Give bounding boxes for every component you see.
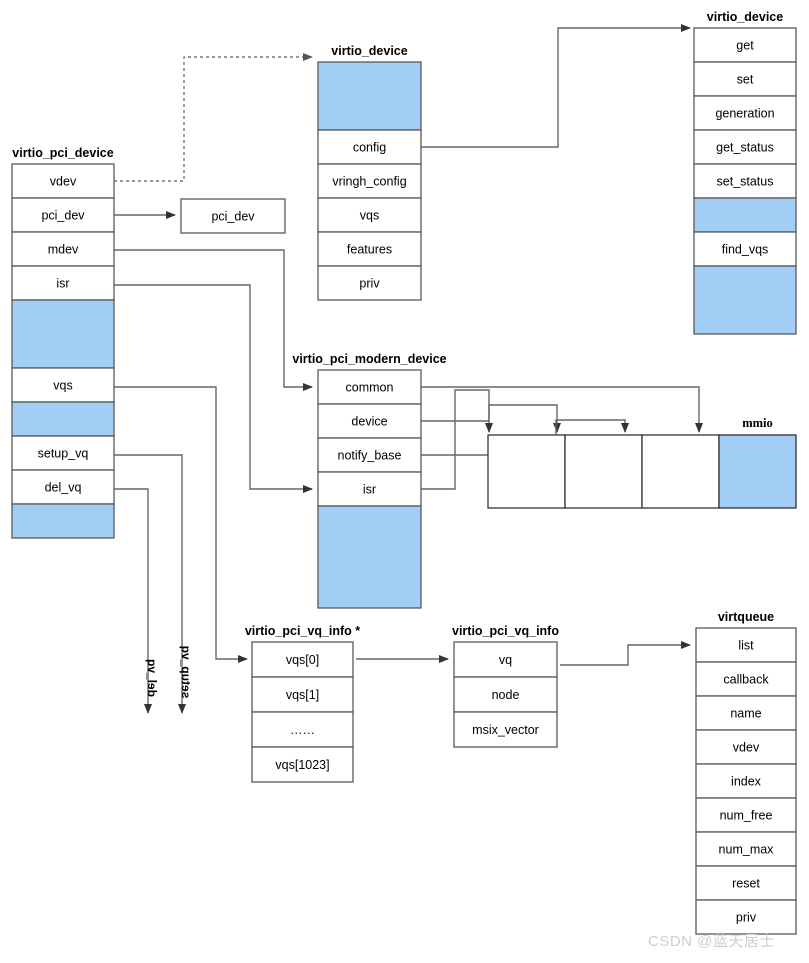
edge-isrmodern-to-mmio1 — [421, 389, 493, 490]
edge-vq-to-virtqueue — [560, 641, 691, 666]
row-label: name — [730, 707, 761, 721]
row-blank-7 — [693, 265, 797, 335]
row-label: vdev — [50, 175, 77, 189]
box-title: virtio_device — [707, 10, 783, 24]
row-label: get_status — [716, 141, 774, 155]
row-blank-4 — [11, 299, 115, 369]
row-blank-9 — [11, 503, 115, 539]
box-title: virtio_pci_device — [12, 146, 113, 160]
box-virtio_pci_modern_device: virtio_pci_modern_devicecommon device noti… — [292, 352, 447, 609]
row-label: vdev — [733, 741, 760, 755]
row-label: reset — [732, 877, 760, 891]
row-label: vqs — [360, 209, 379, 223]
row-label: vqs — [53, 379, 72, 393]
row-label: num_free — [720, 809, 773, 823]
row-blank-4 — [317, 505, 422, 609]
box-vq_info: virtio_pci_vq_infovq node msix_vector — [452, 624, 559, 748]
row-label: find_vqs — [722, 243, 769, 257]
row-label: list — [738, 639, 754, 653]
row-label: vringh_config — [332, 175, 406, 189]
row-label: set — [737, 73, 754, 87]
row-label: get — [736, 39, 754, 53]
row-label: callback — [723, 673, 769, 687]
row-label: num_max — [719, 843, 775, 857]
row-blank-0 — [317, 61, 422, 131]
virtio-structure-diagram: virtio_pci_devicevdev pci_devmdev isr vqs se… — [11, 10, 797, 935]
row-label: node — [492, 688, 520, 702]
row-label: isr — [363, 483, 376, 497]
mmio-cell-3 — [718, 434, 797, 509]
box-mmio: mmio — [487, 416, 797, 509]
edge-vqs-to-array — [114, 386, 248, 663]
box-pci_dev: pci_dev — [180, 198, 286, 234]
row-label: …… — [290, 723, 315, 737]
row-label: notify_base — [338, 449, 402, 463]
row-label: del_vq — [45, 481, 82, 495]
mmio-cell-2 — [641, 434, 720, 509]
row-label: features — [347, 243, 392, 257]
mmio-cell-0 — [487, 434, 566, 509]
watermark: CSDN @蓝天居士 — [648, 933, 775, 950]
edge-mdev-to-common — [114, 249, 313, 391]
box-virtio_device_right: virtio_deviceget set generation get_statuss… — [693, 10, 797, 335]
row-label: set_status — [717, 175, 774, 189]
row-label: generation — [715, 107, 774, 121]
mmio-cell-1 — [564, 434, 643, 509]
box-title: virtio_pci_modern_device — [292, 352, 446, 366]
edge-del-vq — [114, 488, 152, 714]
row-label: index — [731, 775, 762, 789]
row-blank-6 — [11, 401, 115, 437]
row-label: vq — [499, 653, 512, 667]
box-virtqueue: virtqueue list callback name vdev index num_fr… — [695, 610, 797, 935]
box-virtio_device_mid: virtio_deviceconfig vringh_configvqs featu… — [317, 44, 422, 301]
box-title: virtio_pci_vq_info — [452, 624, 559, 638]
box-vq_info_array: virtio_pci_vq_info * vqs[0] vqs[1] …… vqs[10… — [245, 624, 360, 783]
row-label: mdev — [48, 243, 79, 257]
row-label: common — [346, 381, 394, 395]
row-label: isr — [56, 277, 69, 291]
edge-label-setup-vq: setup_vq — [179, 646, 193, 699]
box-virtio_pci_device: virtio_pci_devicevdev pci_devmdev isr vqs se… — [11, 146, 115, 539]
box-title: virtio_device — [331, 44, 407, 58]
row-label: device — [351, 415, 387, 429]
edge-vdev-to-virtio-device — [114, 53, 313, 182]
row-label: setup_vq — [38, 447, 89, 461]
row-label: priv — [736, 911, 757, 925]
row-label: priv — [359, 277, 380, 291]
edge-config-to-vdevright — [421, 24, 691, 148]
row-label: vqs[0] — [286, 653, 319, 667]
edge-common-to-mmio4 — [421, 386, 703, 433]
mmio-title: mmio — [742, 416, 773, 430]
row-label: msix_vector — [472, 723, 539, 737]
row-label: pci_dev — [41, 209, 85, 223]
row-blank-5 — [693, 197, 797, 233]
row-label: vqs[1023] — [275, 758, 329, 772]
row-label: vqs[1] — [286, 688, 319, 702]
row-label: pci_dev — [211, 210, 255, 224]
box-title: virtqueue — [718, 610, 774, 624]
edge-label-del-vq: del_vq — [145, 659, 159, 697]
box-title: virtio_pci_vq_info * — [245, 624, 360, 638]
row-label: config — [353, 141, 386, 155]
